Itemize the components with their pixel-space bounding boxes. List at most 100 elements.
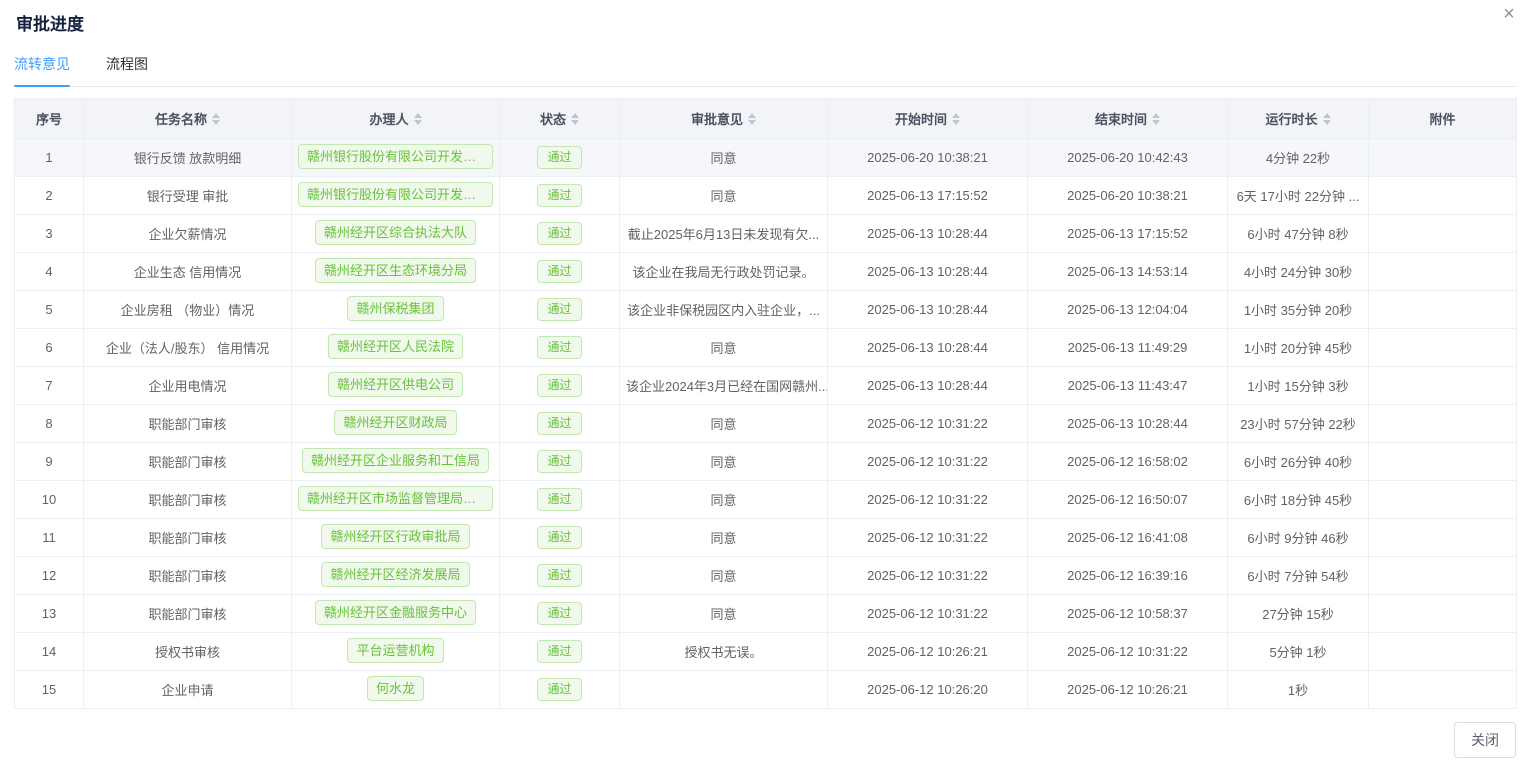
close-icon[interactable]: × [1497, 2, 1521, 26]
table-row: 6企业（法人/股东） 信用情况赣州经开区人民法院通过同意2025-06-13 1… [15, 329, 1517, 367]
cell-attachment [1369, 519, 1517, 557]
cell-no: 4 [15, 253, 84, 291]
cell-task: 企业欠薪情况 [84, 215, 292, 253]
column-header-attachment: 附件 [1369, 99, 1517, 139]
cell-task: 银行反馈 放款明细 [84, 139, 292, 177]
cell-handler: 赣州经开区企业服务和工信局 [292, 443, 500, 481]
cell-status: 通过 [500, 177, 620, 215]
column-header-handler[interactable]: 办理人 [292, 99, 500, 139]
cell-status: 通过 [500, 595, 620, 633]
cell-status: 通过 [500, 557, 620, 595]
cell-start: 2025-06-13 10:28:44 [828, 291, 1028, 329]
cell-end: 2025-06-12 16:41:08 [1028, 519, 1228, 557]
cell-attachment [1369, 671, 1517, 709]
handler-tag: 赣州经开区金融服务中心 [315, 600, 476, 625]
sort-icon[interactable] [212, 113, 220, 125]
status-badge: 通过 [537, 526, 581, 549]
sort-icon[interactable] [748, 113, 756, 125]
column-label: 运行时长 [1265, 109, 1317, 128]
cell-end: 2025-06-13 17:15:52 [1028, 215, 1228, 253]
table-row: 5企业房租 （物业）情况赣州保税集团通过该企业非保税园区内入驻企业，...202… [15, 291, 1517, 329]
table-row: 15企业申请何水龙通过2025-06-12 10:26:202025-06-12… [15, 671, 1517, 709]
cell-duration: 1小时 35分钟 20秒 [1228, 291, 1369, 329]
cell-attachment [1369, 291, 1517, 329]
column-header-task[interactable]: 任务名称 [84, 99, 292, 139]
sort-icon[interactable] [571, 113, 579, 125]
cell-no: 11 [15, 519, 84, 557]
cell-opinion: 同意 [620, 519, 828, 557]
handler-tag: 赣州保税集团 [347, 296, 443, 321]
cell-status: 通过 [500, 253, 620, 291]
table-row: 12职能部门审核赣州经开区经济发展局通过同意2025-06-12 10:31:2… [15, 557, 1517, 595]
cell-opinion: 同意 [620, 177, 828, 215]
cell-end: 2025-06-12 16:39:16 [1028, 557, 1228, 595]
cell-no: 6 [15, 329, 84, 367]
cell-start: 2025-06-13 10:28:44 [828, 367, 1028, 405]
status-badge: 通过 [537, 374, 581, 397]
column-label: 序号 [36, 109, 62, 128]
handler-tag: 赣州经开区生态环境分局 [315, 258, 476, 283]
table-row: 10职能部门审核赣州经开区市场监督管理局分局通过同意2025-06-12 10:… [15, 481, 1517, 519]
cell-task: 企业生态 信用情况 [84, 253, 292, 291]
sort-icon[interactable] [1152, 113, 1160, 125]
cell-handler: 赣州经开区金融服务中心 [292, 595, 500, 633]
cell-duration: 6小时 26分钟 40秒 [1228, 443, 1369, 481]
tab-flow-chart[interactable]: 流程图 [106, 54, 148, 86]
cell-no: 7 [15, 367, 84, 405]
table-row: 3企业欠薪情况赣州经开区综合执法大队通过截止2025年6月13日未发现有欠...… [15, 215, 1517, 253]
cell-handler: 赣州经开区人民法院 [292, 329, 500, 367]
cell-start: 2025-06-13 17:15:52 [828, 177, 1028, 215]
cell-end: 2025-06-13 14:53:14 [1028, 253, 1228, 291]
handler-tag: 赣州银行股份有限公司开发区支行 [298, 144, 493, 169]
cell-attachment [1369, 139, 1517, 177]
cell-handler: 赣州经开区财政局 [292, 405, 500, 443]
cell-handler: 赣州经开区行政审批局 [292, 519, 500, 557]
column-header-end[interactable]: 结束时间 [1028, 99, 1228, 139]
cell-no: 14 [15, 633, 84, 671]
column-header-status[interactable]: 状态 [500, 99, 620, 139]
cell-start: 2025-06-12 10:31:22 [828, 595, 1028, 633]
column-header-duration[interactable]: 运行时长 [1228, 99, 1369, 139]
sort-icon[interactable] [1323, 113, 1331, 125]
cell-start: 2025-06-13 10:28:44 [828, 253, 1028, 291]
cell-duration: 23小时 57分钟 22秒 [1228, 405, 1369, 443]
close-button[interactable]: 关闭 [1454, 722, 1516, 758]
dialog-footer: 关闭 [1454, 722, 1516, 758]
cell-start: 2025-06-12 10:31:22 [828, 519, 1028, 557]
cell-end: 2025-06-12 16:50:07 [1028, 481, 1228, 519]
sort-icon[interactable] [952, 113, 960, 125]
tab-circulation-opinions[interactable]: 流转意见 [14, 54, 70, 86]
cell-start: 2025-06-13 10:28:44 [828, 329, 1028, 367]
status-badge: 通过 [537, 678, 581, 701]
column-header-start[interactable]: 开始时间 [828, 99, 1028, 139]
cell-opinion [620, 671, 828, 709]
column-header-opinion[interactable]: 审批意见 [620, 99, 828, 139]
column-label: 任务名称 [155, 109, 207, 128]
cell-status: 通过 [500, 139, 620, 177]
cell-end: 2025-06-12 10:26:21 [1028, 671, 1228, 709]
handler-tag: 何水龙 [367, 676, 424, 701]
cell-attachment [1369, 215, 1517, 253]
cell-task: 职能部门审核 [84, 405, 292, 443]
table-row: 13职能部门审核赣州经开区金融服务中心通过同意2025-06-12 10:31:… [15, 595, 1517, 633]
cell-opinion: 同意 [620, 443, 828, 481]
cell-end: 2025-06-20 10:38:21 [1028, 177, 1228, 215]
cell-no: 9 [15, 443, 84, 481]
cell-end: 2025-06-13 11:49:29 [1028, 329, 1228, 367]
cell-status: 通过 [500, 329, 620, 367]
cell-opinion: 授权书无误。 [620, 633, 828, 671]
handler-tag: 赣州经开区企业服务和工信局 [302, 448, 489, 473]
approval-progress-dialog: 审批进度 × 流转意见 流程图 序号任务名称办理人状态审批意见开始时间结束时间运… [0, 0, 1529, 774]
column-label: 审批意见 [691, 109, 743, 128]
cell-opinion: 同意 [620, 139, 828, 177]
approval-table-wrap: 序号 任务名称 办理人状态 审批意见 开始时间结束时间 运行时长 附件 1银行反馈 放款明细… [14, 98, 1516, 709]
cell-no: 5 [15, 291, 84, 329]
sort-icon[interactable] [414, 113, 422, 125]
cell-end: 2025-06-13 12:04:04 [1028, 291, 1228, 329]
cell-start: 2025-06-12 10:31:22 [828, 557, 1028, 595]
cell-opinion: 截止2025年6月13日未发现有欠... [620, 215, 828, 253]
cell-no: 1 [15, 139, 84, 177]
cell-end: 2025-06-13 11:43:47 [1028, 367, 1228, 405]
cell-start: 2025-06-12 10:31:22 [828, 481, 1028, 519]
cell-duration: 5分钟 1秒 [1228, 633, 1369, 671]
